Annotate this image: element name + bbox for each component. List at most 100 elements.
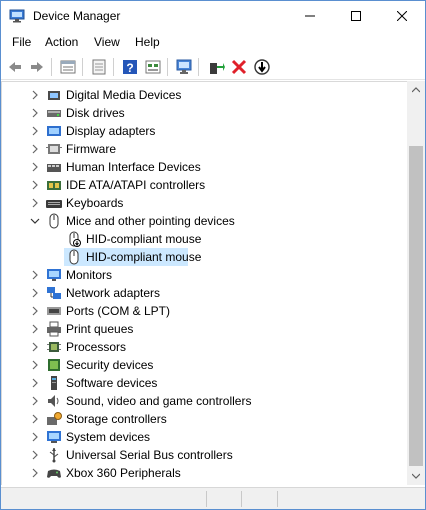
device-manager-app-icon: [9, 9, 25, 23]
scrollbar-thumb[interactable]: [409, 146, 423, 466]
tree-category-item[interactable]: IDE ATA/ATAPI controllers: [2, 176, 407, 194]
scroll-down-arrow-icon[interactable]: [412, 472, 420, 480]
tree-child-item[interactable]: HID-compliant mouse: [2, 248, 407, 266]
tree-item-label: Software devices: [66, 376, 158, 390]
tree-category-item[interactable]: Processors: [2, 338, 407, 356]
forward-arrow-icon[interactable]: [28, 58, 46, 76]
tree-item-label: Disk drives: [66, 106, 125, 120]
tree-category-item[interactable]: Human Interface Devices: [2, 158, 407, 176]
processor-icon: [47, 342, 61, 352]
system-device-icon: [47, 431, 61, 443]
ide-controller-icon: [47, 181, 61, 190]
minimize-icon: [305, 15, 315, 17]
minimize-button[interactable]: [287, 1, 333, 31]
chevron-right-icon[interactable]: [30, 432, 40, 442]
chevron-right-icon[interactable]: [30, 378, 40, 388]
tree-category-item[interactable]: Security devices: [2, 356, 407, 374]
toolbar-separator: [113, 58, 114, 76]
menu-view[interactable]: View: [94, 35, 120, 49]
mouse-icon: [49, 213, 59, 229]
tree-item-label: Sound, video and game controllers: [66, 394, 252, 408]
port-icon: [47, 307, 61, 315]
maximize-button[interactable]: [333, 1, 379, 31]
tree-item-label: Digital Media Devices: [66, 88, 182, 102]
menu-action[interactable]: Action: [45, 35, 78, 49]
tree-category-item[interactable]: Xbox 360 Peripherals: [2, 464, 407, 482]
tree-category-item[interactable]: Print queues: [2, 320, 407, 338]
tree-item-label: System devices: [66, 430, 151, 444]
scroll-up-arrow-icon[interactable]: [412, 86, 420, 94]
tree-category-item[interactable]: Network adapters: [2, 284, 407, 302]
tree-item-label: IDE ATA/ATAPI controllers: [66, 178, 206, 192]
tree-category-item[interactable]: Software devices: [2, 374, 407, 392]
menu-file[interactable]: File: [12, 35, 31, 49]
chevron-right-icon[interactable]: [30, 450, 40, 460]
uninstall-icon[interactable]: [230, 58, 248, 76]
chevron-right-icon[interactable]: [30, 108, 40, 118]
tree-item-label: Xbox 360 Peripherals: [66, 466, 181, 480]
status-bar-separator: [241, 491, 242, 507]
tree-category-item[interactable]: Digital Media Devices: [2, 86, 407, 104]
keyboard-icon: [46, 200, 62, 208]
chevron-right-icon[interactable]: [30, 126, 40, 136]
tree-child-item[interactable]: HID-compliant mouse: [2, 230, 407, 248]
software-device-icon: [51, 376, 57, 390]
tree-category-item[interactable]: Ports (COM & LPT): [2, 302, 407, 320]
enable-device-icon[interactable]: [207, 58, 225, 76]
chevron-right-icon[interactable]: [30, 342, 40, 352]
tree-item-label: Security devices: [66, 358, 154, 372]
tree-category-item[interactable]: Monitors: [2, 266, 407, 284]
chevron-down-icon[interactable]: [30, 216, 40, 226]
tree-category-item[interactable]: Firmware: [2, 140, 407, 158]
chevron-right-icon[interactable]: [30, 414, 40, 424]
toolbar: ?: [1, 54, 425, 80]
disk-drive-icon: [47, 110, 61, 117]
properties-icon[interactable]: [59, 58, 77, 76]
security-device-icon: [48, 359, 60, 371]
close-button[interactable]: [379, 1, 425, 31]
monitor-icon: [47, 269, 61, 281]
scan-hardware-icon[interactable]: [175, 58, 193, 76]
chevron-right-icon[interactable]: [30, 270, 40, 280]
chevron-right-icon[interactable]: [30, 144, 40, 154]
chevron-right-icon[interactable]: [30, 468, 40, 478]
tree-category-item[interactable]: Sound, video and game controllers: [2, 392, 407, 410]
chevron-right-icon[interactable]: [30, 288, 40, 298]
device-manager-window: Device Manager File Action View Help ? D…: [0, 0, 426, 510]
menu-help[interactable]: Help: [135, 35, 160, 49]
tree-item-label: Processors: [66, 340, 127, 354]
display-adapter-icon: [47, 126, 61, 136]
chevron-right-icon[interactable]: [30, 198, 40, 208]
back-arrow-icon[interactable]: [6, 58, 24, 76]
tree-category-item[interactable]: Display adapters: [2, 122, 407, 140]
chevron-right-icon[interactable]: [30, 360, 40, 370]
tree-category-item[interactable]: Disk drives: [2, 104, 407, 122]
tree-item-label: HID-compliant mouse: [86, 250, 202, 264]
tree-category-item[interactable]: Storage controllers: [2, 410, 407, 428]
disable-device-icon[interactable]: [253, 58, 271, 76]
svg-text:?: ?: [126, 61, 133, 75]
media-device-icon: [48, 91, 60, 100]
view-icon[interactable]: [144, 58, 162, 76]
vertical-scrollbar[interactable]: [407, 81, 425, 485]
tree-category-item[interactable]: Mice and other pointing devices: [2, 212, 407, 230]
tree-item-label: Firmware: [66, 142, 116, 156]
mouse-disabled-icon: [69, 231, 81, 247]
chevron-right-icon[interactable]: [30, 90, 40, 100]
tree-item-label: Storage controllers: [66, 412, 167, 426]
chevron-right-icon[interactable]: [30, 324, 40, 334]
tree-category-item[interactable]: System devices: [2, 428, 407, 446]
tree-category-item[interactable]: Universal Serial Bus controllers: [2, 446, 407, 464]
device-tree[interactable]: Digital Media Devices Disk drives Display …: [1, 81, 407, 485]
tree-item-label: Ports (COM & LPT): [66, 304, 171, 318]
chevron-right-icon[interactable]: [30, 396, 40, 406]
chevron-right-icon[interactable]: [30, 180, 40, 190]
mouse-icon: [69, 249, 79, 265]
update-driver-icon[interactable]: [90, 58, 108, 76]
tree-category-item[interactable]: Keyboards: [2, 194, 407, 212]
menu-bar: File Action View Help: [1, 32, 425, 54]
chevron-right-icon[interactable]: [30, 306, 40, 316]
speaker-icon: [48, 395, 59, 407]
help-icon[interactable]: ?: [121, 58, 139, 76]
chevron-right-icon[interactable]: [30, 162, 40, 172]
